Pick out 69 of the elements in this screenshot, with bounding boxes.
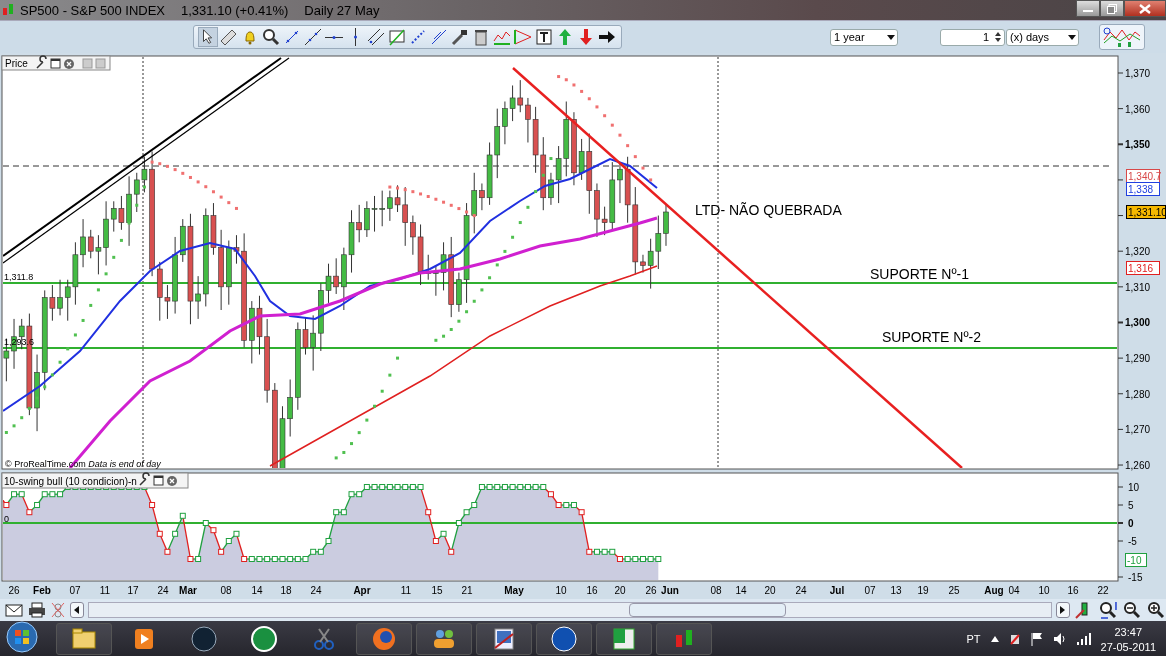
date-label: 08 — [220, 585, 232, 596]
zero-label: 0 — [4, 514, 9, 524]
date-label: 21 — [461, 585, 473, 596]
date-label: 07 — [864, 585, 876, 596]
date-label: 20 — [614, 585, 626, 596]
date-label: 11 — [400, 585, 412, 596]
date-label: 11 — [99, 585, 111, 596]
chart-annotation: SUPORTE Nº-2 — [882, 329, 981, 345]
axis-label: -15 — [1128, 572, 1143, 583]
axis-label: -5 — [1128, 536, 1137, 547]
clock-time: 23:47 — [1114, 625, 1143, 638]
date-label: Aug — [984, 585, 1004, 596]
date-label: Apr — [353, 585, 371, 596]
unit-dropdown[interactable]: (x) days — [1006, 28, 1079, 46]
panel-title: 10-swing bull (10 condicion)-n — [4, 476, 137, 487]
date-label: Feb — [33, 585, 51, 596]
date-label: 10 — [1038, 585, 1050, 596]
count-spinbox[interactable]: 1 — [940, 28, 1005, 46]
date-label: Jul — [829, 585, 845, 596]
date-label: 10 — [555, 585, 567, 596]
axis-label: 1,320 — [1125, 246, 1151, 258]
axis-label: 1,360 — [1125, 103, 1151, 115]
axis-label: 0 — [1128, 518, 1134, 529]
date-label: 08 — [710, 585, 722, 596]
chart-annotation: LTD- NÃO QUEBRADA — [695, 202, 842, 218]
panel-title: Price — [5, 58, 28, 69]
date-label: 25 — [948, 585, 960, 596]
date-label: 26 — [645, 585, 657, 596]
price-value-label: 1,338 — [1126, 182, 1160, 196]
date-label: 16 — [586, 585, 598, 596]
line-value-label: 1,311.8 — [4, 272, 34, 282]
date-label: May — [504, 585, 524, 596]
axis-label: 1,310 — [1125, 281, 1151, 293]
date-label: Mar — [179, 585, 197, 596]
date-label: 15 — [431, 585, 443, 596]
axis-label: 10 — [1128, 482, 1140, 493]
date-label: 16 — [1067, 585, 1079, 596]
indicator-value-label: -10 — [1125, 553, 1147, 567]
date-label: 22 — [1097, 585, 1109, 596]
chart-period: Daily 27 May — [304, 2, 380, 18]
price-value-label: 1,316 — [1126, 261, 1160, 275]
date-label: 14 — [735, 585, 747, 596]
date-label: 20 — [764, 585, 776, 596]
axis-label: 1,300 — [1125, 317, 1151, 329]
axis-label: 1,280 — [1125, 388, 1151, 400]
axis-label: 1,350 — [1125, 139, 1151, 151]
date-label: 24 — [157, 585, 169, 596]
date-label: 07 — [69, 585, 81, 596]
date-label: 17 — [127, 585, 139, 596]
date-label: Jun — [661, 585, 679, 596]
chart-annotation: SUPORTE Nº-1 — [870, 266, 969, 282]
axis-label: 1,370 — [1125, 68, 1151, 79]
window-title: SP500 - S&P 500 INDEX — [20, 2, 165, 18]
axis-label: 1,270 — [1125, 424, 1151, 436]
date-label: 19 — [917, 585, 929, 596]
date-label: 26 — [8, 585, 20, 596]
date-label: 24 — [310, 585, 322, 596]
clock-date: 27-05-2011 — [1100, 640, 1156, 653]
period-dropdown[interactable]: 1 year — [830, 28, 898, 46]
date-label: 13 — [890, 585, 902, 596]
axis-label: 5 — [1128, 500, 1134, 511]
price-quote: 1,331.10 (+0.41%) — [181, 2, 289, 18]
axis-label: 1,290 — [1125, 353, 1151, 365]
axis-label: 1,260 — [1125, 460, 1151, 472]
language-indicator[interactable]: PT — [966, 633, 981, 645]
date-label: 14 — [251, 585, 263, 596]
date-label: 04 — [1008, 585, 1020, 596]
date-label: 18 — [280, 585, 292, 596]
date-label: 24 — [795, 585, 807, 596]
